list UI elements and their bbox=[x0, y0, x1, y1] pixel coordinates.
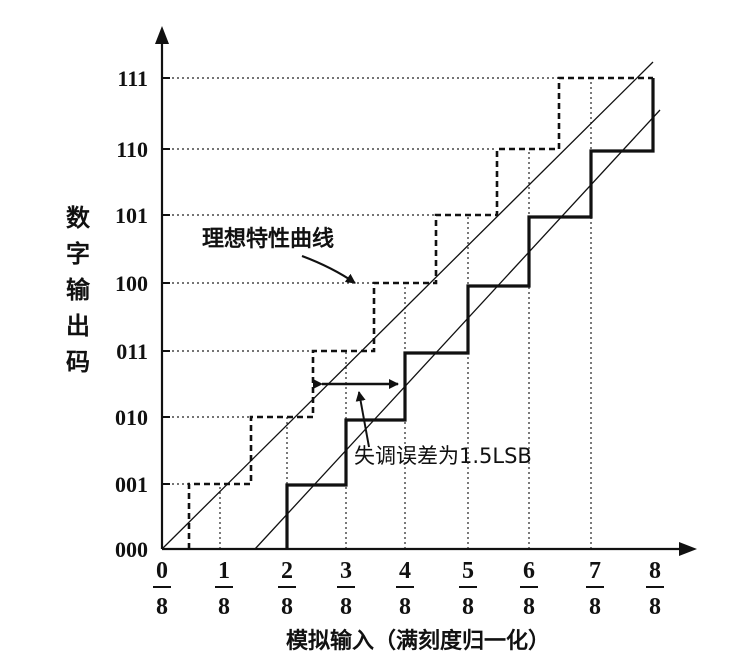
x-tick-fraction-5: 5 8 bbox=[459, 558, 477, 620]
x-tick-denominator: 8 bbox=[523, 594, 535, 620]
x-tick-fraction-4: 4 8 bbox=[396, 558, 414, 620]
y-axis-title-char: 字 bbox=[66, 240, 90, 268]
y-axis-ticks bbox=[162, 77, 170, 485]
y-tick-label-111: 111 bbox=[117, 66, 148, 91]
y-axis-title-char: 出 bbox=[66, 312, 90, 340]
x-tick-fraction-8: 8 8 bbox=[646, 558, 664, 620]
y-tick-label-011: 011 bbox=[116, 339, 148, 364]
offset-staircase-solid bbox=[285, 78, 655, 549]
x-tick-labels: 0 8 1 8 2 8 3 8 4 8 5 8 6 8 7 8 8 8 bbox=[153, 558, 664, 620]
x-tick-numerator: 7 bbox=[589, 558, 601, 584]
y-tick-label-100: 100 bbox=[115, 271, 148, 296]
y-axis-arrowhead bbox=[155, 26, 169, 44]
offset-error-label: 失调误差为1.5LSB bbox=[354, 444, 532, 468]
y-axis-title-char: 数 bbox=[66, 204, 91, 232]
y-tick-label-001: 001 bbox=[115, 472, 148, 497]
y-axis-title-char: 输 bbox=[66, 276, 91, 304]
x-tick-fraction-6: 6 8 bbox=[520, 558, 538, 620]
x-tick-fraction-7: 7 8 bbox=[586, 558, 604, 620]
x-tick-denominator: 8 bbox=[399, 594, 411, 620]
x-tick-fraction-3: 3 8 bbox=[337, 558, 355, 620]
adc-offset-error-diagram: 000 001 010 011 100 101 110 111 数 字 输 出 … bbox=[66, 26, 697, 654]
x-tick-denominator: 8 bbox=[340, 594, 352, 620]
x-tick-fraction-1: 1 8 bbox=[215, 558, 233, 620]
x-tick-numerator: 5 bbox=[462, 558, 474, 584]
y-tick-labels: 000 001 010 011 100 101 110 111 bbox=[115, 66, 148, 562]
x-tick-fraction-0: 0 8 bbox=[153, 558, 171, 620]
ideal-characteristic-line bbox=[161, 61, 654, 550]
horizontal-guide-lines bbox=[162, 77, 559, 485]
y-axis-title-char: 码 bbox=[66, 348, 90, 376]
ideal-curve-label: 理想特性曲线 bbox=[202, 226, 334, 252]
x-tick-numerator: 1 bbox=[218, 558, 230, 584]
x-tick-numerator: 8 bbox=[649, 558, 661, 584]
x-axis-arrowhead bbox=[679, 542, 697, 556]
y-axis-title: 数 字 输 出 码 bbox=[66, 204, 91, 376]
x-tick-denominator: 8 bbox=[156, 594, 168, 620]
x-tick-denominator: 8 bbox=[218, 594, 230, 620]
x-tick-denominator: 8 bbox=[649, 594, 661, 620]
x-tick-numerator: 3 bbox=[340, 558, 352, 584]
offset-characteristic-line bbox=[254, 109, 661, 550]
ideal-curve-pointer-arrow bbox=[301, 254, 356, 284]
x-tick-denominator: 8 bbox=[589, 594, 601, 620]
x-tick-denominator: 8 bbox=[281, 594, 293, 620]
x-tick-denominator: 8 bbox=[462, 594, 474, 620]
y-tick-label-110: 110 bbox=[116, 137, 148, 162]
x-tick-numerator: 0 bbox=[156, 558, 168, 584]
x-tick-numerator: 4 bbox=[399, 558, 411, 584]
x-tick-numerator: 6 bbox=[523, 558, 535, 584]
x-axis-title: 模拟输入（满刻度归一化） bbox=[286, 628, 550, 654]
vertical-guide-lines bbox=[219, 78, 592, 549]
y-tick-label-000: 000 bbox=[115, 537, 148, 562]
x-tick-fraction-2: 2 8 bbox=[278, 558, 296, 620]
y-tick-label-010: 010 bbox=[115, 405, 148, 430]
y-tick-label-101: 101 bbox=[115, 203, 148, 228]
x-tick-numerator: 2 bbox=[281, 558, 293, 584]
